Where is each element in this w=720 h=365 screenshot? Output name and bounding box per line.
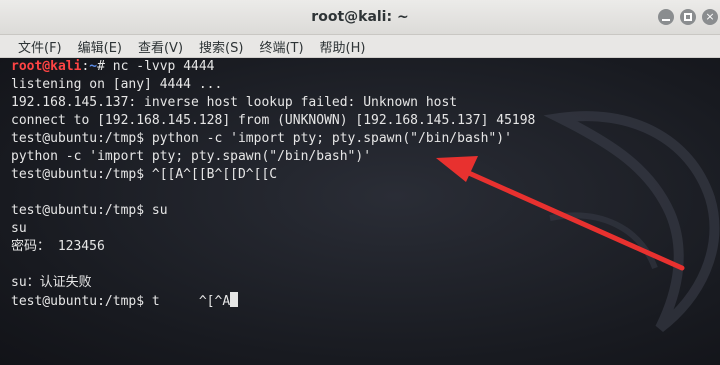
terminal-line: su bbox=[11, 221, 27, 236]
menu-search[interactable]: 搜索(S) bbox=[199, 37, 243, 56]
menu-edit[interactable]: 编辑(E) bbox=[78, 37, 122, 56]
terminal-line: 192.168.145.137: inverse host lookup fai… bbox=[11, 95, 458, 110]
close-button[interactable]: × bbox=[702, 9, 718, 25]
maximize-button[interactable] bbox=[680, 9, 696, 25]
minimize-icon bbox=[662, 19, 670, 21]
terminal-line: test@ubuntu:/tmp$ python -c 'import pty;… bbox=[11, 131, 512, 146]
prompt-path: ~ bbox=[89, 59, 98, 74]
terminal-line: listening on [any] 4444 ... bbox=[11, 77, 223, 92]
menu-file[interactable]: 文件(F) bbox=[18, 37, 62, 56]
menu-view[interactable]: 查看(V) bbox=[138, 37, 183, 56]
menu-terminal[interactable]: 终端(T) bbox=[259, 37, 303, 56]
terminal-area[interactable]: root@kali:~# nc -lvvp 4444 listening on … bbox=[0, 58, 720, 365]
terminal-line: connect to [192.168.145.128] from (UNKNO… bbox=[11, 113, 536, 128]
terminal-line: python -c 'import pty; pty.spawn("/bin/b… bbox=[11, 149, 372, 164]
kali-dragon-watermark-icon bbox=[543, 111, 720, 332]
window-title: root@kali: ~ bbox=[311, 9, 409, 25]
title-bar: root@kali: ~ × bbox=[0, 0, 720, 35]
terminal-line: test@ubuntu:/tmp$ t ^[^A bbox=[11, 292, 535, 310]
terminal-line: su：认证失败 bbox=[11, 275, 92, 290]
terminal-line: test@ubuntu:/tmp$ ^[[A^[[B^[[D^[[C bbox=[11, 167, 278, 182]
menu-bar: 文件(F) 编辑(E) 查看(V) 搜索(S) 终端(T) 帮助(H) bbox=[0, 35, 720, 58]
menu-help[interactable]: 帮助(H) bbox=[320, 37, 366, 56]
prompt-user: root@kali bbox=[11, 59, 82, 74]
terminal-line: root@kali:~# nc -lvvp 4444 bbox=[11, 58, 535, 76]
terminal-line: test@ubuntu:/tmp$ su bbox=[11, 203, 168, 218]
maximize-icon bbox=[684, 13, 692, 21]
text-cursor bbox=[230, 292, 239, 307]
prompt-symbol: # bbox=[97, 59, 113, 74]
minimize-button[interactable] bbox=[658, 9, 674, 25]
terminal-line: 密码： 123456 bbox=[11, 239, 105, 254]
current-input: test@ubuntu:/tmp$ t ^[^A bbox=[11, 294, 231, 309]
command-text: nc -lvvp 4444 bbox=[112, 59, 215, 74]
terminal-output: root@kali:~# nc -lvvp 4444 listening on … bbox=[11, 58, 535, 310]
